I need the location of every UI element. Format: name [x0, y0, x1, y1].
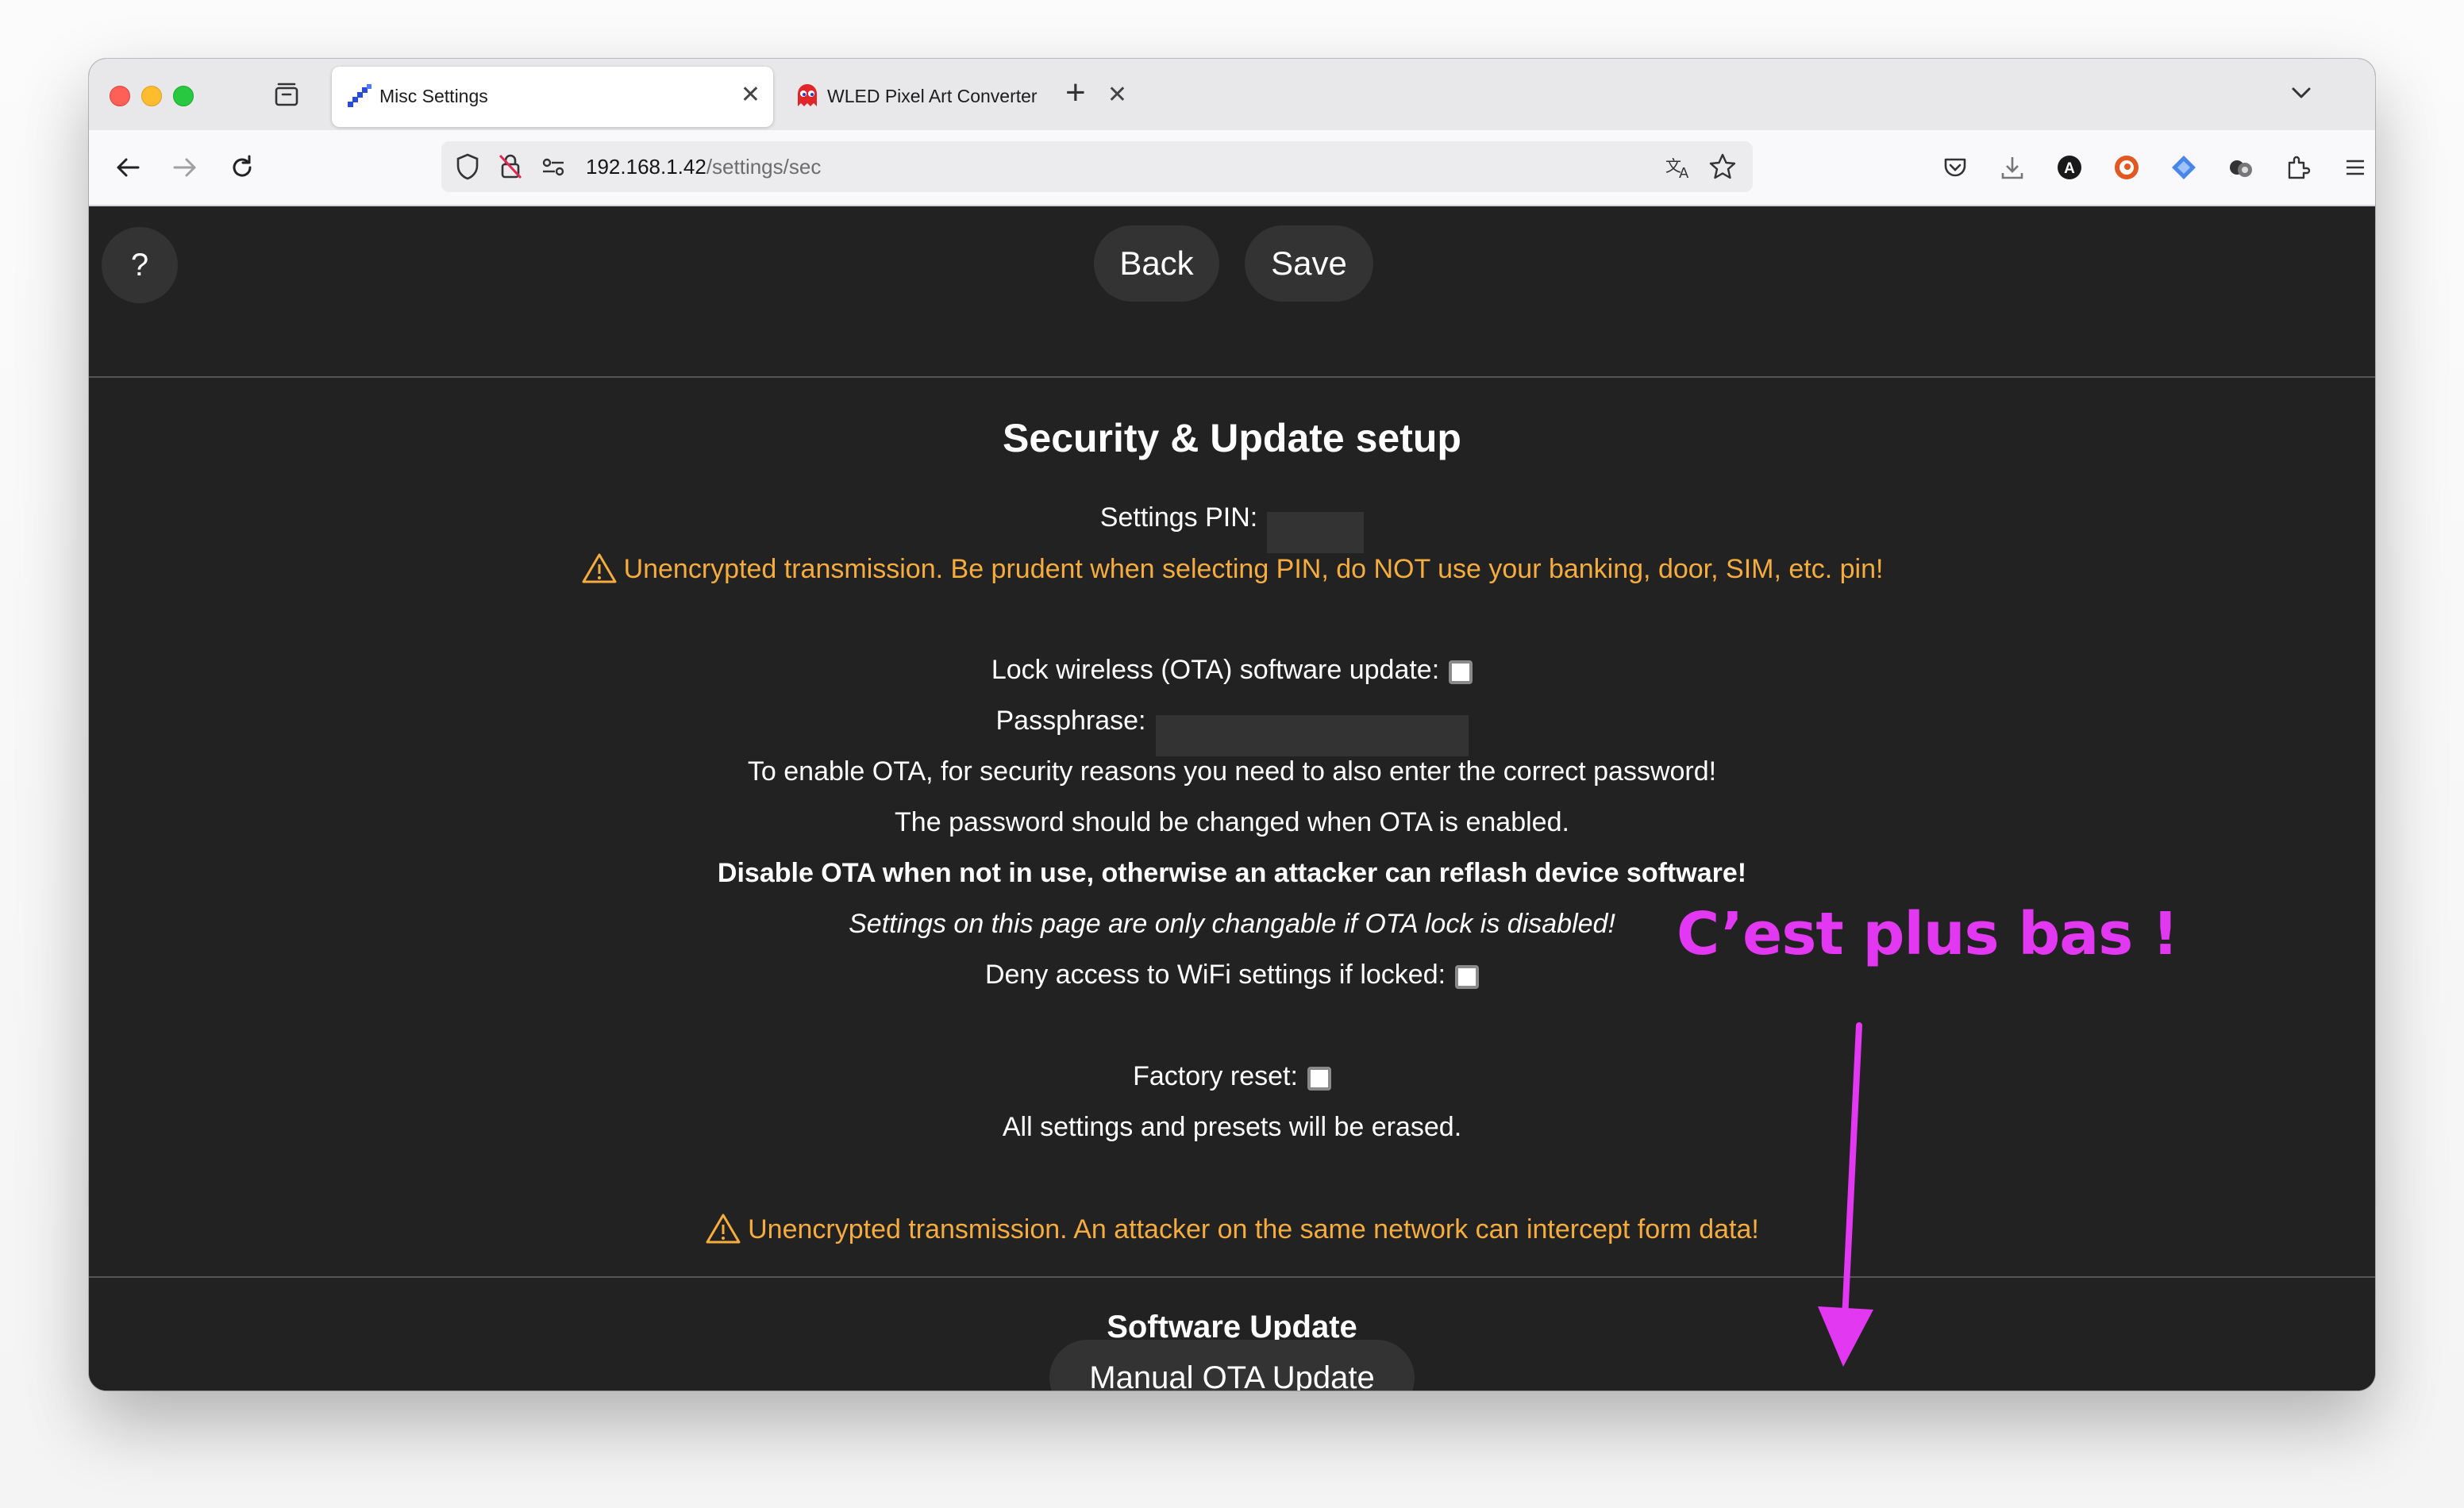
passphrase-label: Passphrase: [995, 706, 1146, 736]
new-tab-icon[interactable]: + [1065, 73, 1086, 113]
ota-lock-label: Lock wireless (OTA) software update: [991, 655, 1440, 685]
tab-misc-settings[interactable]: Misc Settings ✕ [332, 67, 773, 127]
factory-reset-checkbox[interactable] [1307, 1067, 1331, 1091]
tab-title: WLED Pixel Art Converter [827, 86, 1038, 106]
url-bar[interactable]: 192.168.1.42/settings/sec 文A [441, 141, 1753, 192]
downloads-icon[interactable] [1992, 148, 2032, 187]
section-divider [89, 1276, 2375, 1278]
deny-wifi-checkbox[interactable] [1455, 965, 1480, 989]
down-arrow-annotation-icon [1818, 1022, 1873, 1367]
diamond-extension-icon[interactable] [2164, 148, 2204, 187]
settings-page: ? Back Save Security & Update setup Sett… [89, 206, 2375, 1391]
save-button[interactable]: Save [1245, 225, 1373, 302]
navigation-bar: 192.168.1.42/settings/sec 文A A [89, 130, 2375, 206]
tab-close-icon[interactable]: ✕ [1107, 81, 1127, 110]
bookmark-star-icon[interactable] [1708, 152, 1737, 185]
tab-title: Misc Settings [379, 86, 488, 106]
insecure-lock-icon[interactable] [497, 152, 524, 185]
duckduckgo-extension-icon[interactable] [2107, 148, 2146, 187]
ota-info-bold: Disable OTA when not in use, otherwise a… [717, 858, 1747, 888]
menu-hamburger-icon[interactable] [2335, 148, 2375, 187]
site-permissions-icon[interactable] [540, 154, 567, 183]
ota-info-1: To enable OTA, for security reasons you … [747, 756, 1717, 787]
pin-warning: Unencrypted transmission. Be prudent whe… [89, 552, 2375, 585]
manual-ota-update-button[interactable]: Manual OTA Update [1049, 1340, 1415, 1391]
extensions-puzzle-icon[interactable] [2278, 148, 2318, 187]
factory-reset-row: Factory reset: [89, 1060, 2375, 1092]
warning-icon [706, 1214, 741, 1244]
settings-pin-input[interactable] [1267, 511, 1365, 553]
deny-wifi-label: Deny access to WiFi settings if locked: [984, 960, 1446, 990]
close-window-button[interactable] [110, 86, 130, 106]
passphrase-input[interactable] [1155, 714, 1469, 756]
account-avatar-icon[interactable]: A [2050, 148, 2089, 187]
settings-pin-row: Settings PIN: [89, 502, 2375, 553]
forward-arrow-icon[interactable] [165, 148, 205, 187]
passphrase-row: Passphrase: [89, 705, 2375, 756]
form-warning: Unencrypted transmission. An attacker on… [89, 1213, 2375, 1245]
factory-reset-label: Factory reset: [1133, 1061, 1298, 1091]
svg-text:A: A [2064, 160, 2075, 177]
wled-favicon-icon [346, 83, 373, 110]
ota-info-2: The password should be changed when OTA … [895, 807, 1569, 837]
url-path: /settings/sec [706, 155, 822, 179]
factory-reset-info: All settings and presets will be erased. [1002, 1112, 1462, 1142]
maximize-window-button[interactable] [173, 86, 194, 106]
pocket-icon[interactable] [1935, 148, 1975, 187]
pin-warning-text: Unencrypted transmission. Be prudent whe… [623, 554, 1884, 584]
ghost-favicon-icon [794, 83, 821, 110]
back-button[interactable]: Back [1094, 225, 1219, 302]
ota-lock-row: Lock wireless (OTA) software update: [89, 654, 2375, 686]
settings-pin-label: Settings PIN: [1099, 502, 1258, 533]
shield-icon[interactable] [454, 152, 481, 185]
warning-icon [582, 553, 617, 583]
page-title: Security & Update setup [1003, 416, 1461, 460]
tab-close-icon[interactable]: ✕ [741, 81, 760, 110]
help-button[interactable]: ? [102, 227, 178, 303]
url-host: 192.168.1.42 [586, 155, 706, 179]
minimize-window-button[interactable] [141, 86, 162, 106]
back-arrow-icon[interactable] [108, 148, 148, 187]
browser-window: Misc Settings ✕ WLED Pixel Art Converter… [89, 59, 2375, 1391]
ota-lock-checkbox[interactable] [1449, 660, 1473, 684]
annotation-text: C’est plus bas ! [1677, 900, 2179, 968]
tab-overview-icon[interactable] [273, 81, 300, 112]
form-warning-text: Unencrypted transmission. An attacker on… [748, 1214, 1759, 1244]
header-divider [89, 376, 2375, 378]
translate-icon[interactable]: 文A [1664, 152, 1694, 185]
url-text: 192.168.1.42/settings/sec [586, 155, 821, 179]
tab-wled-pixel-art[interactable]: WLED Pixel Art Converter ✕ [780, 67, 1140, 127]
svg-text:A: A [1679, 165, 1689, 181]
chevron-down-icon[interactable] [2288, 79, 2315, 110]
extension-blobs-icon[interactable] [2221, 148, 2261, 187]
reload-icon[interactable] [222, 148, 262, 187]
tab-strip: Misc Settings ✕ WLED Pixel Art Converter… [89, 59, 2375, 130]
